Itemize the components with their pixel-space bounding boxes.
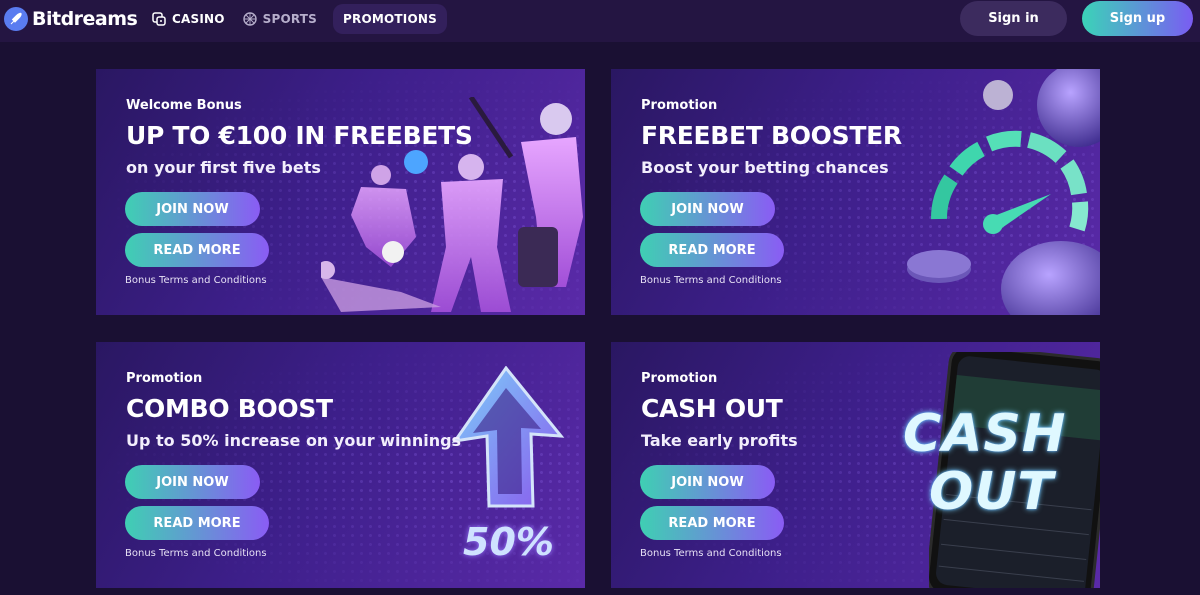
out-graphic-text: OUT xyxy=(929,462,1054,522)
nav-promotions[interactable]: PROMOTIONS xyxy=(333,4,447,34)
bonus-terms-link[interactable]: Bonus Terms and Conditions xyxy=(125,548,267,559)
promo-label: Promotion xyxy=(126,371,203,386)
promo-subtitle: on your first five bets xyxy=(126,158,321,177)
nav-promotions-label: PROMOTIONS xyxy=(343,12,437,26)
nav-casino-label: CASINO xyxy=(172,12,225,26)
promo-subtitle: Boost your betting chances xyxy=(641,158,889,177)
promo-card-freebet-booster: Promotion FREEBET BOOSTER Boost your bet… xyxy=(611,69,1100,315)
nav-sports-label: SPORTS xyxy=(262,12,318,26)
join-now-button[interactable]: JOIN NOW xyxy=(125,465,260,499)
nav-casino[interactable]: CASINO xyxy=(144,4,233,34)
promo-label: Promotion xyxy=(641,98,718,113)
promo-title: UP TO €100 IN FREEBETS xyxy=(126,121,473,150)
bonus-terms-link[interactable]: Bonus Terms and Conditions xyxy=(125,275,267,286)
read-more-button[interactable]: READ MORE xyxy=(640,233,784,267)
bonus-terms-link[interactable]: Bonus Terms and Conditions xyxy=(640,275,782,286)
bonus-terms-link[interactable]: Bonus Terms and Conditions xyxy=(640,548,782,559)
read-more-button[interactable]: READ MORE xyxy=(640,506,784,540)
join-now-button[interactable]: JOIN NOW xyxy=(640,465,775,499)
arrow-up-illustration xyxy=(451,366,566,516)
join-now-button[interactable]: JOIN NOW xyxy=(640,192,775,226)
promo-title: COMBO BOOST xyxy=(126,394,333,423)
promo-card-combo-boost: 50% Promotion COMBO BOOST Up to 50% incr… xyxy=(96,342,585,588)
nav-sports[interactable]: SPORTS xyxy=(235,4,325,34)
promo-label: Promotion xyxy=(641,371,718,386)
ball-icon xyxy=(242,12,257,26)
sign-up-button[interactable]: Sign up xyxy=(1082,1,1193,36)
promo-card-cash-out: CASH OUT Promotion CASH OUT Take early p… xyxy=(611,342,1100,588)
promo-subtitle: Take early profits xyxy=(641,431,798,450)
top-header: Bitdreams CASINO SPORTS PROMOTIONS Sign … xyxy=(0,0,1200,42)
rocket-icon xyxy=(4,7,28,31)
promo-card-welcome-bonus: Welcome Bonus UP TO €100 IN FREEBETS on … xyxy=(96,69,585,315)
fifty-percent-graphic: 50% xyxy=(463,520,554,564)
read-more-button[interactable]: READ MORE xyxy=(125,233,269,267)
speedometer-illustration xyxy=(901,69,1100,315)
cash-graphic-text: CASH xyxy=(903,404,1067,464)
dice-icon xyxy=(152,12,166,26)
sign-in-button[interactable]: Sign in xyxy=(960,1,1067,36)
promo-subtitle: Up to 50% increase on your winnings xyxy=(126,431,462,450)
promo-label: Welcome Bonus xyxy=(126,98,242,113)
logo-text: Bitdreams xyxy=(32,8,138,30)
main-nav: CASINO SPORTS PROMOTIONS xyxy=(144,4,449,34)
read-more-button[interactable]: READ MORE xyxy=(125,506,269,540)
promo-title: FREEBET BOOSTER xyxy=(641,121,902,150)
promo-title: CASH OUT xyxy=(641,394,783,423)
logo[interactable]: Bitdreams xyxy=(4,6,138,32)
join-now-button[interactable]: JOIN NOW xyxy=(125,192,260,226)
